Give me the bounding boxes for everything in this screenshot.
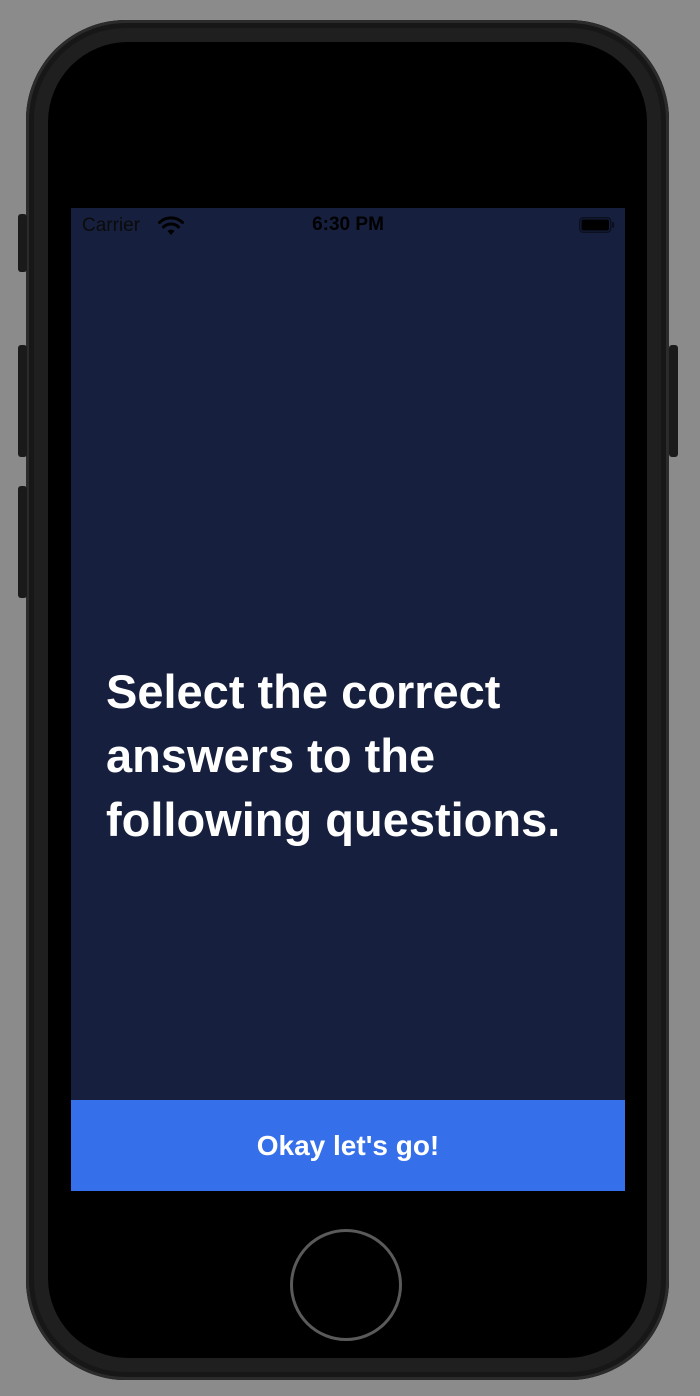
intro-headline: Select the correct answers to the follow… [106,665,561,846]
volume-down-button [18,486,27,598]
start-quiz-button[interactable]: Okay let's go! [71,1100,625,1191]
app-screen: Carrier 6:30 PM Select the correct answe… [71,208,625,1191]
mute-switch [18,214,27,272]
volume-up-button [18,345,27,457]
status-bar: Carrier 6:30 PM [71,208,625,244]
home-button[interactable] [290,1229,402,1341]
battery-icon [579,217,615,233]
power-button [669,345,678,457]
status-time: 6:30 PM [312,214,384,235]
